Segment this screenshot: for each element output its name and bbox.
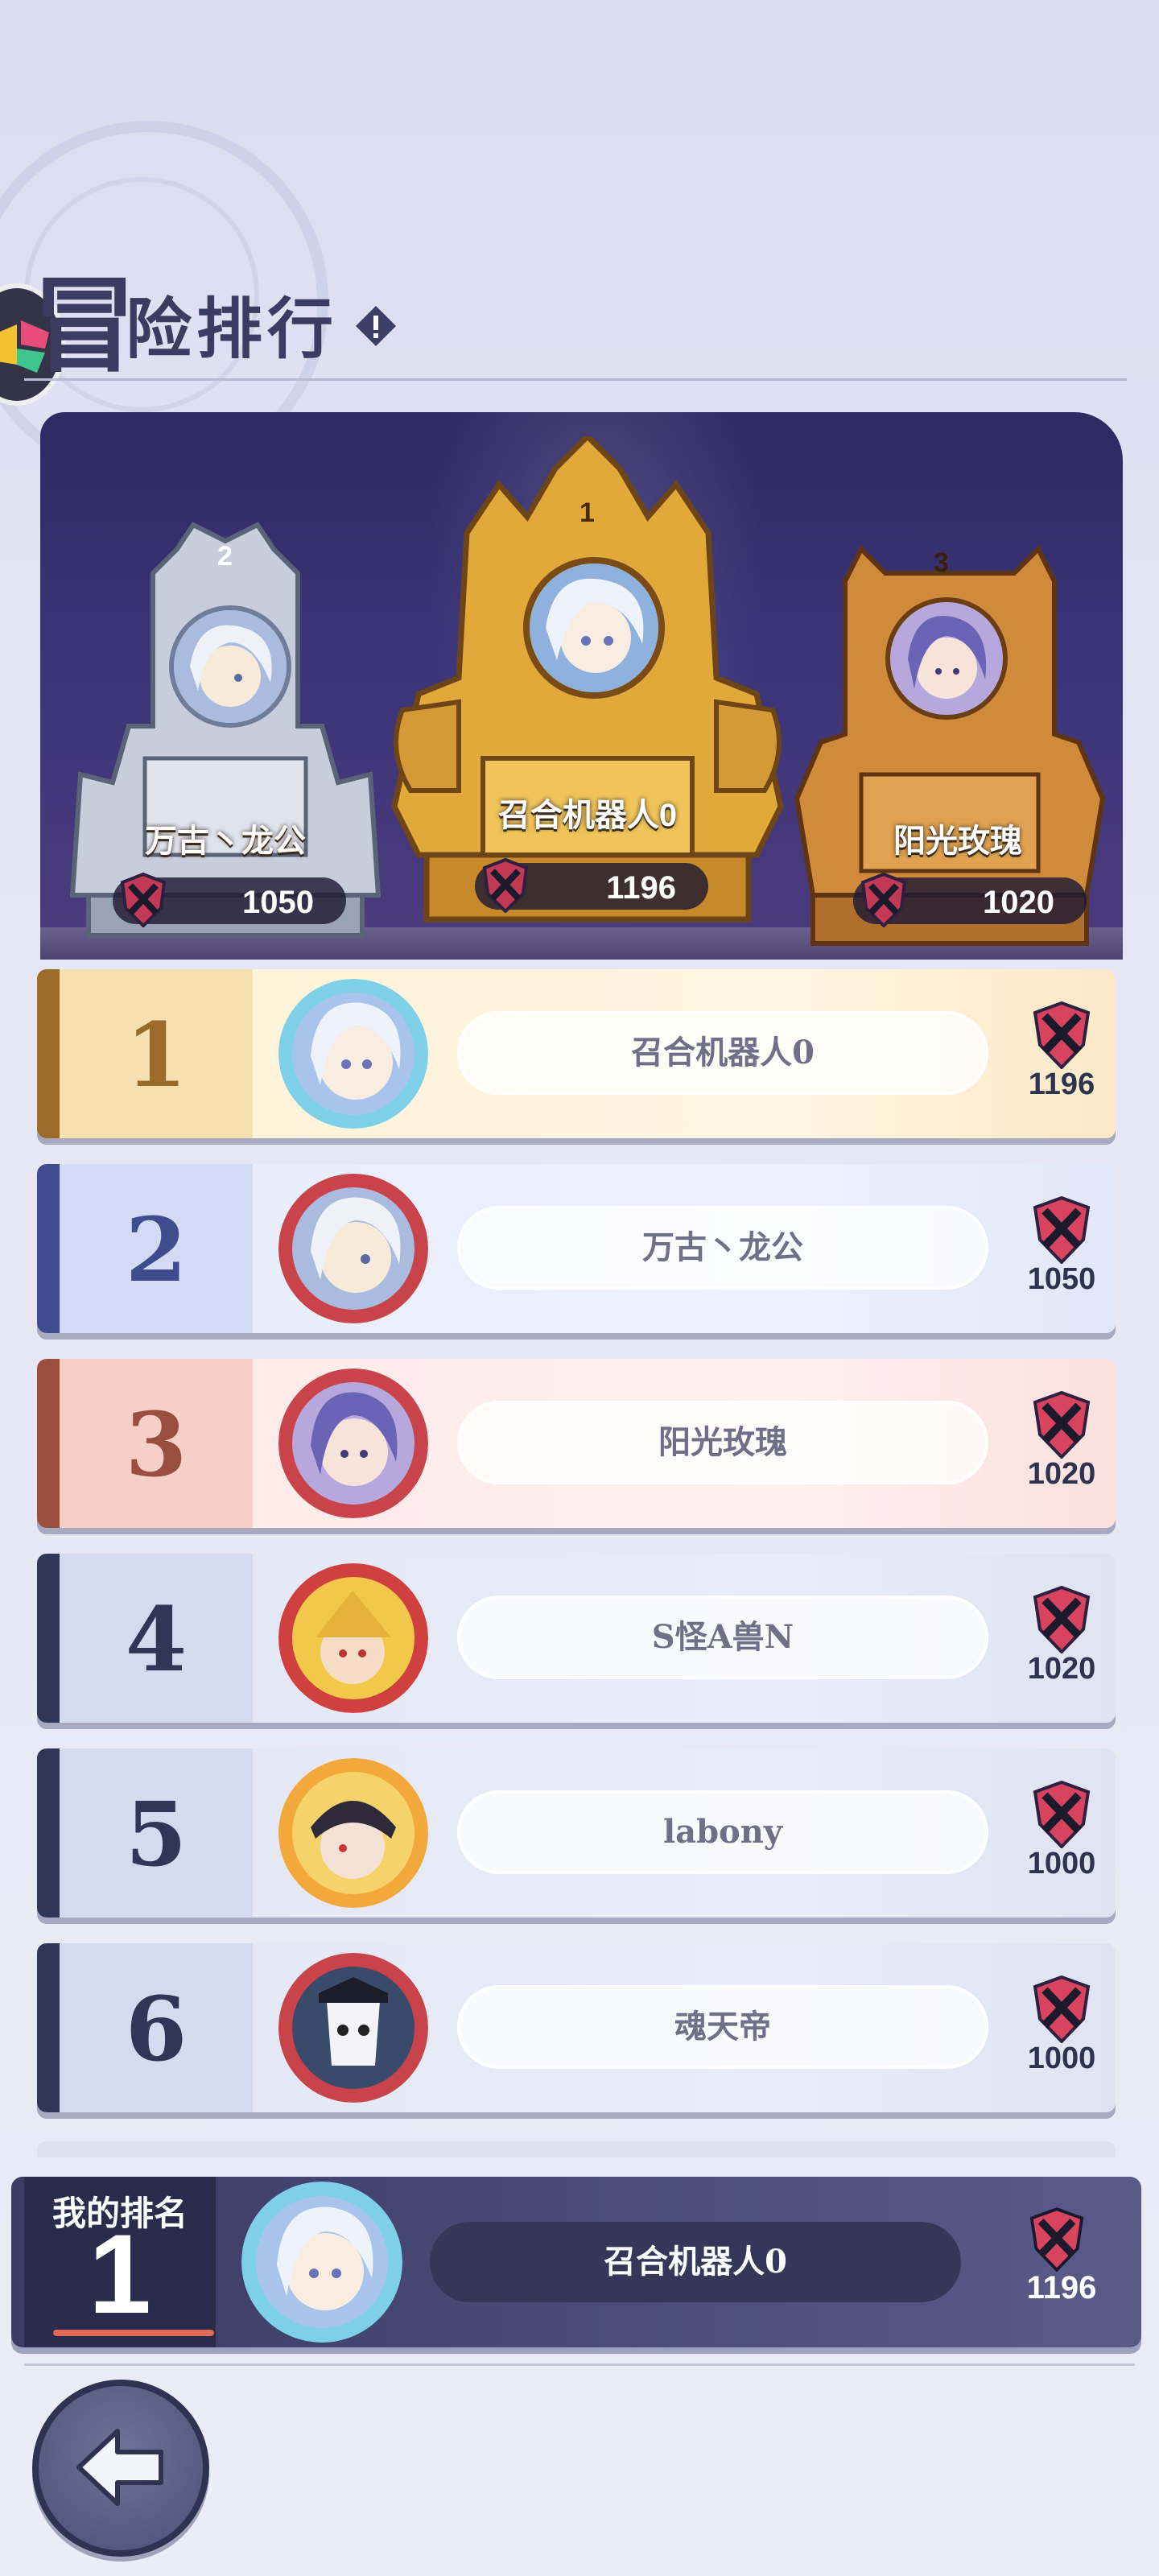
ranking-row[interactable]: 6 魂天帝 1000: [37, 1943, 1116, 2112]
ranking-row[interactable]: 3 阳光玫瑰 1020: [37, 1359, 1116, 1528]
rank-number: 3: [125, 1393, 188, 1496]
podium-avatar-1[interactable]: [523, 557, 665, 699]
page-title: 险排行: [126, 291, 339, 368]
podium-rank-1: 1: [580, 497, 595, 528]
player-score: 1050: [1027, 1262, 1096, 1296]
podium-score-pill-2: 1050: [113, 873, 346, 927]
crossed-swords-shield-icon: [1033, 1586, 1091, 1653]
avatar[interactable]: [278, 1368, 428, 1518]
my-name-field: 召合机器人0: [430, 2222, 961, 2302]
podium-score-1: 1196: [606, 870, 676, 906]
podium-name-2: 万古丶龙公: [145, 824, 306, 859]
player-name-field: 魂天帝: [457, 1985, 988, 2069]
footer-divider: [24, 2363, 1135, 2366]
next-row-peek: [37, 2141, 1116, 2157]
info-icon[interactable]: [354, 304, 398, 348]
player-score: 1000: [1027, 1847, 1096, 1880]
avatar[interactable]: [278, 1174, 428, 1323]
ranking-row[interactable]: 2 万古丶龙公 1050: [37, 1164, 1116, 1333]
back-button[interactable]: [32, 2380, 209, 2557]
player-name: labony: [662, 1813, 783, 1851]
player-name-field: 召合机器人0: [457, 1011, 988, 1095]
avatar[interactable]: [278, 1953, 428, 2103]
my-rank-panel: 我的排名 1: [24, 2177, 216, 2347]
page-header: 冒 险排行: [24, 242, 1127, 387]
throne-rank-1[interactable]: 1: [378, 436, 797, 935]
my-rank-number: 1: [89, 2211, 151, 2337]
rank-number: 6: [125, 1977, 188, 2081]
header-divider: [24, 378, 1127, 381]
crossed-swords-shield-icon: [1033, 1001, 1091, 1069]
player-name: S怪A兽N: [651, 1618, 794, 1656]
player-score: 1020: [1027, 1457, 1096, 1491]
podium-rank-3: 3: [934, 547, 949, 578]
player-score: 1020: [1027, 1652, 1096, 1686]
player-name-field: labony: [457, 1790, 988, 1874]
avatar[interactable]: [278, 1563, 428, 1713]
ranking-row[interactable]: 5 labony 1000: [37, 1748, 1116, 1918]
crossed-swords-shield-icon: [120, 873, 167, 927]
crossed-swords-shield-icon: [1033, 1781, 1091, 1848]
player-name-field: 万古丶龙公: [457, 1206, 988, 1290]
podium-name-3: 阳光玫瑰: [893, 824, 1022, 859]
my-avatar[interactable]: [241, 2182, 402, 2343]
rank-number: 2: [125, 1198, 188, 1302]
player-name: 召合机器人0: [631, 1034, 815, 1071]
my-name: 召合机器人0: [604, 2243, 787, 2281]
crossed-swords-shield-icon: [482, 858, 529, 913]
podium-score-3: 1020: [983, 885, 1054, 920]
player-name: 阳光玫瑰: [658, 1423, 787, 1461]
podium-score-pill-1: 1196: [475, 858, 708, 913]
player-name: 万古丶龙公: [642, 1228, 803, 1266]
player-name-field: 阳光玫瑰: [457, 1401, 988, 1484]
player-score: 1196: [1028, 1067, 1095, 1101]
crossed-swords-shield-icon: [1033, 1196, 1091, 1264]
my-rank-underline: [53, 2330, 214, 2336]
player-name-field: S怪A兽N: [457, 1596, 988, 1679]
podium-score-2: 1050: [242, 885, 314, 920]
player-name: 魂天帝: [674, 2008, 771, 2046]
podium-avatar-2[interactable]: [169, 605, 291, 728]
rank-number: 4: [125, 1587, 188, 1691]
crossed-swords-shield-icon: [1033, 1975, 1091, 2043]
podium-name-1: 召合机器人0: [497, 798, 678, 833]
podium-avatar-3[interactable]: [885, 597, 1008, 720]
crossed-swords-shield-icon: [1033, 1391, 1091, 1459]
crossed-swords-shield-icon: [1029, 2207, 1084, 2272]
podium-rank-2: 2: [217, 541, 233, 572]
player-score: 1000: [1027, 2041, 1096, 2075]
page-title-first-char: 冒: [32, 264, 138, 387]
rank-number: 1: [125, 1003, 188, 1107]
avatar[interactable]: [278, 1758, 428, 1908]
ranking-row[interactable]: 4 S怪A兽N 1020: [37, 1554, 1116, 1723]
avatar[interactable]: [278, 979, 428, 1129]
rank-number: 5: [125, 1782, 188, 1886]
podium-score-pill-3: 1020: [853, 873, 1087, 927]
my-rank-bar[interactable]: 我的排名 1 召合机器人0 1196: [11, 2177, 1141, 2347]
crossed-swords-shield-icon: [860, 873, 907, 927]
top-three-podium: 2 万古丶龙公 1050 1 召合机器人0 1196 3 阳光玫瑰 1020: [40, 412, 1123, 960]
back-arrow-icon: [76, 2429, 163, 2506]
ranking-row[interactable]: 1 召合机器人0 1196: [37, 969, 1116, 1138]
my-score: 1196: [1026, 2270, 1097, 2306]
